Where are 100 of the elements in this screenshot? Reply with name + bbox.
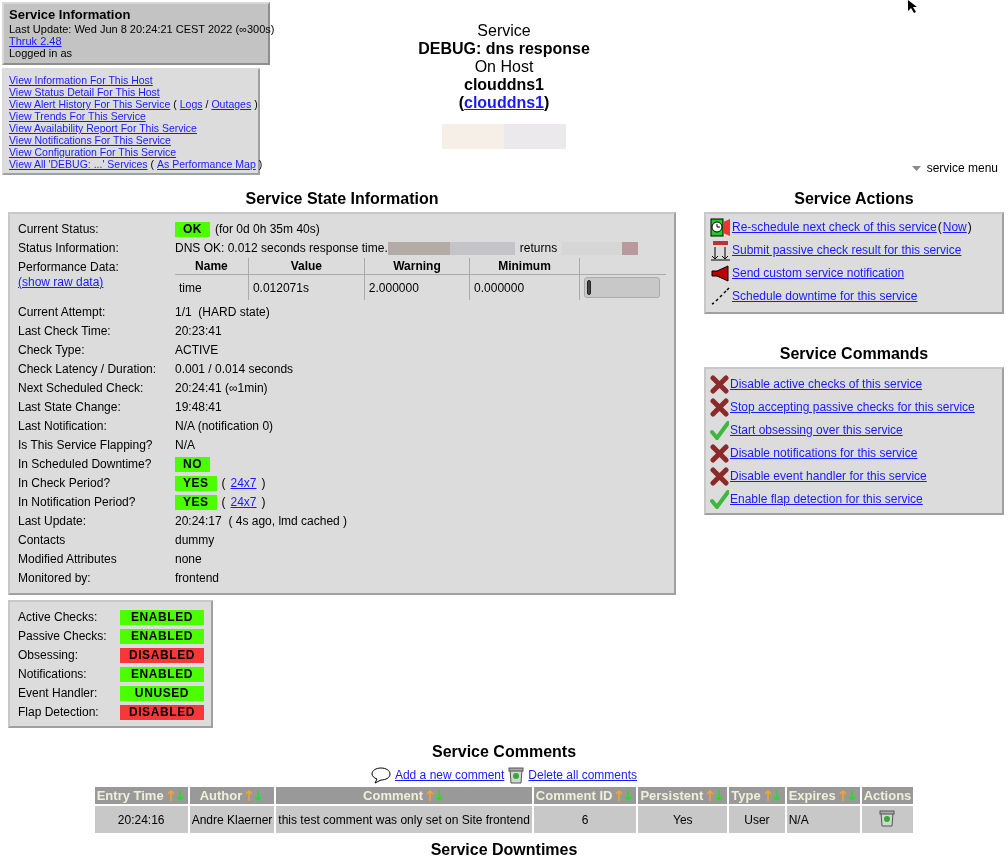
link[interactable]: Outages xyxy=(211,98,252,110)
field-label: Last State Change: xyxy=(18,399,122,416)
show-raw-data-link[interactable]: (show raw data) xyxy=(18,275,175,290)
trash-icon[interactable] xyxy=(508,766,525,784)
link[interactable]: View Availability Report For This Service xyxy=(9,122,197,134)
field-label: In Scheduled Downtime? xyxy=(18,456,153,473)
table-cell: 0.000000 xyxy=(469,274,580,300)
command-link[interactable]: Enable flap detection for this service xyxy=(730,492,923,506)
speech-bubble-icon xyxy=(370,766,391,784)
mouse-pointer-icon xyxy=(907,0,917,14)
field-label: Monitored by: xyxy=(18,570,92,587)
service-menu-label[interactable]: service menu xyxy=(926,161,998,175)
column-header: Minimum xyxy=(469,258,580,275)
link-separator: ( xyxy=(937,220,942,234)
field-label: Last Check Time: xyxy=(18,323,112,340)
field-label: Performance Data: xyxy=(18,260,120,275)
logged-in-text: Logged in as xyxy=(9,47,72,59)
link[interactable]: Submit passive check result for this service xyxy=(732,243,962,257)
table-cell: Andre Klaerner xyxy=(189,806,275,833)
dropdown-caret-icon[interactable] xyxy=(911,165,921,171)
version-link[interactable]: Thruk 2.48 xyxy=(9,35,62,47)
link[interactable]: 24x7 xyxy=(230,493,257,512)
redacted-block xyxy=(504,124,566,149)
link-separator: / xyxy=(205,98,209,110)
link[interactable]: Now xyxy=(942,220,967,234)
clock-icon xyxy=(710,217,731,237)
command-link[interactable]: Disable event handler for this service xyxy=(730,469,927,483)
table-cell: this test comment was only set on Site frontend xyxy=(276,806,532,833)
status-badge: ENABLED xyxy=(120,667,204,682)
status-badge: NO xyxy=(175,457,210,472)
field-label: Status Information: xyxy=(18,240,120,257)
field-label: Contacts xyxy=(18,532,67,549)
link-separator: ) xyxy=(254,98,258,110)
link[interactable]: Logs xyxy=(179,98,203,110)
field-label: Last Notification: xyxy=(18,418,108,435)
field-label: Modified Attributes xyxy=(18,551,118,568)
command-link[interactable]: Stop accepting passive checks for this service xyxy=(730,400,975,414)
trash-icon[interactable] xyxy=(879,809,896,827)
link[interactable]: View Information For This Host xyxy=(9,74,153,86)
link[interactable]: Send custom service notification xyxy=(732,266,905,280)
field-label: Active Checks: xyxy=(18,609,99,626)
table-cell: time xyxy=(175,274,249,300)
field-label: Notifications: xyxy=(18,666,88,683)
sort-arrows-icon[interactable] xyxy=(426,789,446,802)
status-badge: DISABLED xyxy=(120,705,204,720)
field-label: In Check Period? xyxy=(18,475,112,492)
field-value: none xyxy=(175,551,202,568)
sort-arrows-icon[interactable] xyxy=(245,789,265,802)
field-label: Check Latency / Duration: xyxy=(18,361,158,378)
link[interactable]: Schedule downtime for this service xyxy=(732,289,918,303)
command-link[interactable]: Disable notifications for this service xyxy=(730,446,918,460)
link[interactable]: As Performance Map xyxy=(157,158,256,170)
status-badge: OK xyxy=(175,222,210,237)
host-link[interactable]: clouddns1 xyxy=(464,94,544,112)
sort-arrows-icon[interactable] xyxy=(763,789,783,802)
link-separator: (for 0d 0h 35m 40s) xyxy=(215,221,320,238)
status-badge: DISABLED xyxy=(120,648,204,663)
command-link[interactable]: Disable active checks of this service xyxy=(730,377,923,391)
down-arrows-icon xyxy=(710,239,731,261)
field-value: N/A (notification 0) xyxy=(175,418,274,435)
service-name: DEBUG: dns response xyxy=(418,40,590,58)
cross-icon xyxy=(710,397,729,417)
heading-text: On Host xyxy=(474,58,534,76)
field-value: returns xyxy=(519,240,558,257)
field-value: 20:23:41 xyxy=(175,323,222,340)
sort-arrows-icon[interactable] xyxy=(166,789,186,802)
link-separator: ) xyxy=(258,158,263,170)
sort-arrows-icon[interactable] xyxy=(838,789,858,802)
field-value: 20:24:41 (∞1min) xyxy=(175,380,268,397)
sort-arrows-icon[interactable] xyxy=(615,789,635,802)
field-value: 0.001 / 0.014 seconds xyxy=(175,361,294,378)
status-badge: UNUSED xyxy=(120,686,204,701)
table-cell: 20:24:16 xyxy=(94,806,188,833)
link[interactable]: 24x7 xyxy=(230,474,257,493)
delete-comments-link[interactable]: Delete all comments xyxy=(528,768,638,782)
link[interactable]: View Status Detail For This Host xyxy=(9,86,160,98)
table-cell: 0.012071s xyxy=(248,274,365,300)
link-separator: ) xyxy=(261,494,266,511)
sort-arrows-icon[interactable] xyxy=(706,789,726,802)
checkmark-icon xyxy=(710,489,729,509)
link[interactable]: View Trends For This Service xyxy=(9,110,146,122)
checkmark-icon xyxy=(710,420,729,440)
table-cell: Yes xyxy=(638,806,728,833)
parenthesis: ( xyxy=(458,94,464,112)
field-value: dummy xyxy=(175,532,215,549)
section-title: Service Comments xyxy=(431,742,577,762)
field-label: Current Attempt: xyxy=(18,304,107,321)
add-comment-link[interactable]: Add a new comment xyxy=(394,768,505,782)
link[interactable]: View Alert History For This Service xyxy=(9,98,171,110)
link[interactable]: View All 'DEBUG: ...' Services xyxy=(9,158,148,170)
section-title: Service Downtimes xyxy=(430,841,578,859)
link[interactable]: View Configuration For This Service xyxy=(9,146,177,158)
link-separator: ) xyxy=(261,475,266,492)
link[interactable]: Re-schedule next check of this service xyxy=(732,220,937,234)
table-cell: 2.000000 xyxy=(364,274,470,300)
command-link[interactable]: Start obsessing over this service xyxy=(730,423,903,437)
cross-icon xyxy=(710,466,729,486)
field-label: Obsessing: xyxy=(18,647,80,664)
redacted-block xyxy=(442,124,504,149)
link[interactable]: View Notifications For This Service xyxy=(9,134,171,146)
